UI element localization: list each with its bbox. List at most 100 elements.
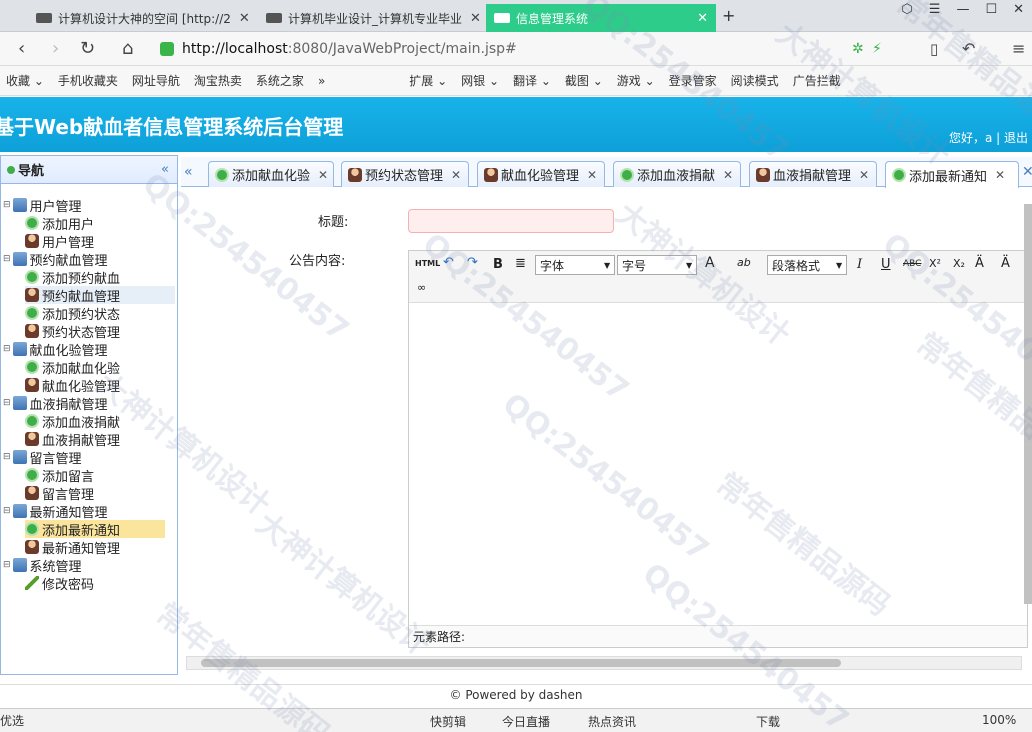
collapse-icon[interactable]: « [161, 162, 169, 177]
translate-button[interactable]: 翻译 ⌄ [513, 72, 551, 89]
nav-group[interactable]: ⊟ 血液捐献管理 [3, 394, 108, 413]
tree-collapse-icon[interactable]: ⊟ [3, 344, 11, 354]
close-window-icon[interactable]: ✕ [1013, 2, 1024, 17]
redo-icon[interactable]: ↷ [467, 255, 478, 270]
tree-collapse-icon[interactable]: ⊟ [3, 254, 11, 264]
login-manager-button[interactable]: 登录管家 [669, 72, 717, 89]
games-button[interactable]: 游戏 ⌄ [617, 72, 655, 89]
nav-item[interactable]: 预约状态管理 [25, 322, 120, 341]
screenshot-button[interactable]: 截图 ⌄ [565, 72, 603, 89]
browser-tab-active[interactable]: 信息管理系统 ✕ [486, 4, 716, 32]
align-icon[interactable]: ≣ [515, 256, 526, 271]
close-icon[interactable]: ✕ [451, 168, 461, 182]
ebank-button[interactable]: 网银 ⌄ [461, 72, 499, 89]
tab-scroll-left-icon[interactable]: « [184, 164, 193, 180]
content-tab-active[interactable]: 添加最新通知 ✕ [885, 161, 1019, 188]
reading-mode-button[interactable]: 阅读模式 [731, 72, 779, 89]
extensions-button[interactable]: 扩展 ⌄ [409, 72, 447, 89]
highlight-button[interactable]: ab [737, 256, 751, 269]
nav-item[interactable]: 添加用户 [25, 214, 94, 233]
status-item[interactable]: 热点资讯 [588, 713, 636, 730]
subscript-button[interactable]: X₂ [953, 257, 965, 270]
paragraph-format-select[interactable]: 段落格式 ▼ [767, 255, 847, 275]
font-family-select[interactable]: 字体 ▼ [535, 255, 615, 275]
nav-group[interactable]: ⊟ 系统管理 [3, 556, 82, 575]
close-icon[interactable]: ✕ [462, 11, 480, 26]
nav-group[interactable]: ⊟ 留言管理 [3, 448, 82, 467]
lightning-icon[interactable]: ⚡ [872, 41, 882, 57]
nav-item[interactable]: 血液捐献管理 [25, 430, 120, 449]
bookmark-more[interactable]: » [318, 74, 325, 88]
skin-icon[interactable]: ⬡ [901, 2, 912, 17]
tree-collapse-icon[interactable]: ⊟ [3, 452, 11, 462]
status-preferred[interactable]: 优选 [0, 712, 24, 729]
close-icon[interactable]: ✕ [723, 168, 733, 182]
nav-item[interactable]: 用户管理 [25, 232, 94, 251]
nav-group[interactable]: ⊟ 预约献血管理 [3, 250, 108, 269]
html-source-button[interactable]: HTML [415, 259, 440, 268]
nav-item[interactable]: 添加最新通知 [25, 520, 165, 539]
bookmark-item[interactable]: 淘宝热卖 [194, 72, 242, 89]
back-icon[interactable]: ‹ [18, 38, 25, 59]
tree-collapse-icon[interactable]: ⊟ [3, 560, 11, 570]
maximize-icon[interactable]: ☐ [985, 2, 997, 17]
rich-text-editor[interactable]: HTML ↶ ↷ B ≣ 字体 ▼ 字号 ▼ A ab 段落格式 ▼ I U ABC … [408, 250, 1028, 648]
font-color-button[interactable]: A [705, 255, 715, 271]
bold-button[interactable]: B [493, 257, 503, 272]
clear-format-icon[interactable]: Ä [975, 256, 984, 271]
bookmark-item[interactable]: 系统之家 [256, 72, 304, 89]
nav-item[interactable]: 添加预约状态 [25, 304, 120, 323]
new-tab-button[interactable]: + [722, 6, 735, 25]
vertical-scrollbar[interactable] [1024, 204, 1032, 604]
nav-group[interactable]: ⊟ 用户管理 [3, 196, 82, 215]
user-greeting-logout[interactable]: 您好，a | 退出 [949, 129, 1028, 146]
status-item[interactable]: 今日直播 [502, 713, 550, 730]
menu-icon[interactable]: ≡ [1012, 39, 1025, 58]
content-tab[interactable]: 血液捐献管理 ✕ [749, 161, 877, 187]
strikethrough-button[interactable]: ABC [903, 259, 921, 269]
close-icon[interactable]: ✕ [995, 168, 1005, 182]
undo-icon[interactable]: ↶ [962, 39, 975, 58]
browser-tab[interactable]: 计算机设计大神的空间 [http://2 ✕ [28, 4, 250, 32]
nav-item[interactable]: 修改密码 [25, 574, 94, 593]
tab-scroll-right-icon[interactable]: ✕ [1022, 164, 1032, 180]
close-icon[interactable]: ✕ [318, 168, 328, 182]
content-tab[interactable]: 添加血液捐献 ✕ [613, 161, 741, 187]
close-icon[interactable]: ✕ [231, 11, 250, 26]
nav-group[interactable]: ⊟ 献血化验管理 [3, 340, 108, 359]
bookmark-item[interactable]: 收藏 ⌄ [6, 72, 44, 89]
adblock-button[interactable]: 广告拦截 [793, 72, 841, 89]
nav-item[interactable]: 添加献血化验 [25, 358, 120, 377]
close-icon[interactable]: ✕ [689, 11, 708, 26]
underline-button[interactable]: U [881, 257, 891, 272]
tree-collapse-icon[interactable]: ⊟ [3, 398, 11, 408]
nav-item[interactable]: 献血化验管理 [25, 376, 120, 395]
title-input[interactable] [408, 209, 614, 233]
home-icon[interactable]: ⌂ [122, 38, 133, 59]
content-tab[interactable]: 预约状态管理 ✕ [341, 161, 469, 187]
format-painter-icon[interactable]: Ä [1001, 256, 1010, 271]
menu-icon[interactable]: ☰ [929, 2, 941, 17]
nav-item[interactable]: 添加留言 [25, 466, 94, 485]
status-item[interactable]: 下载 [756, 713, 780, 730]
forward-icon[interactable]: › [52, 38, 59, 59]
italic-button[interactable]: I [857, 257, 862, 272]
close-icon[interactable]: ✕ [587, 168, 597, 182]
nav-group[interactable]: ⊟ 最新通知管理 [3, 502, 108, 521]
refresh-green-icon[interactable]: ✲ [852, 41, 864, 57]
bookmark-item[interactable]: 手机收藏夹 [58, 72, 118, 89]
bookmark-item[interactable]: 网址导航 [132, 72, 180, 89]
zoom-level[interactable]: 100% [982, 713, 1016, 727]
phone-icon[interactable]: ▯ [930, 40, 938, 58]
browser-tab[interactable]: 计算机毕业设计_计算机专业毕业 ✕ [258, 4, 480, 32]
horizontal-scrollbar[interactable] [186, 656, 1022, 670]
reload-icon[interactable]: ↻ [80, 38, 95, 59]
nav-item[interactable]: 预约献血管理 [25, 286, 175, 305]
font-size-select[interactable]: 字号 ▼ [617, 255, 697, 275]
link-icon[interactable]: ∞ [417, 281, 426, 294]
content-tab[interactable]: 献血化验管理 ✕ [477, 161, 605, 187]
tree-collapse-icon[interactable]: ⊟ [3, 200, 11, 210]
content-tab[interactable]: 添加献血化验 ✕ [208, 161, 334, 187]
scrollbar-thumb[interactable] [201, 659, 841, 667]
nav-item[interactable]: 最新通知管理 [25, 538, 120, 557]
